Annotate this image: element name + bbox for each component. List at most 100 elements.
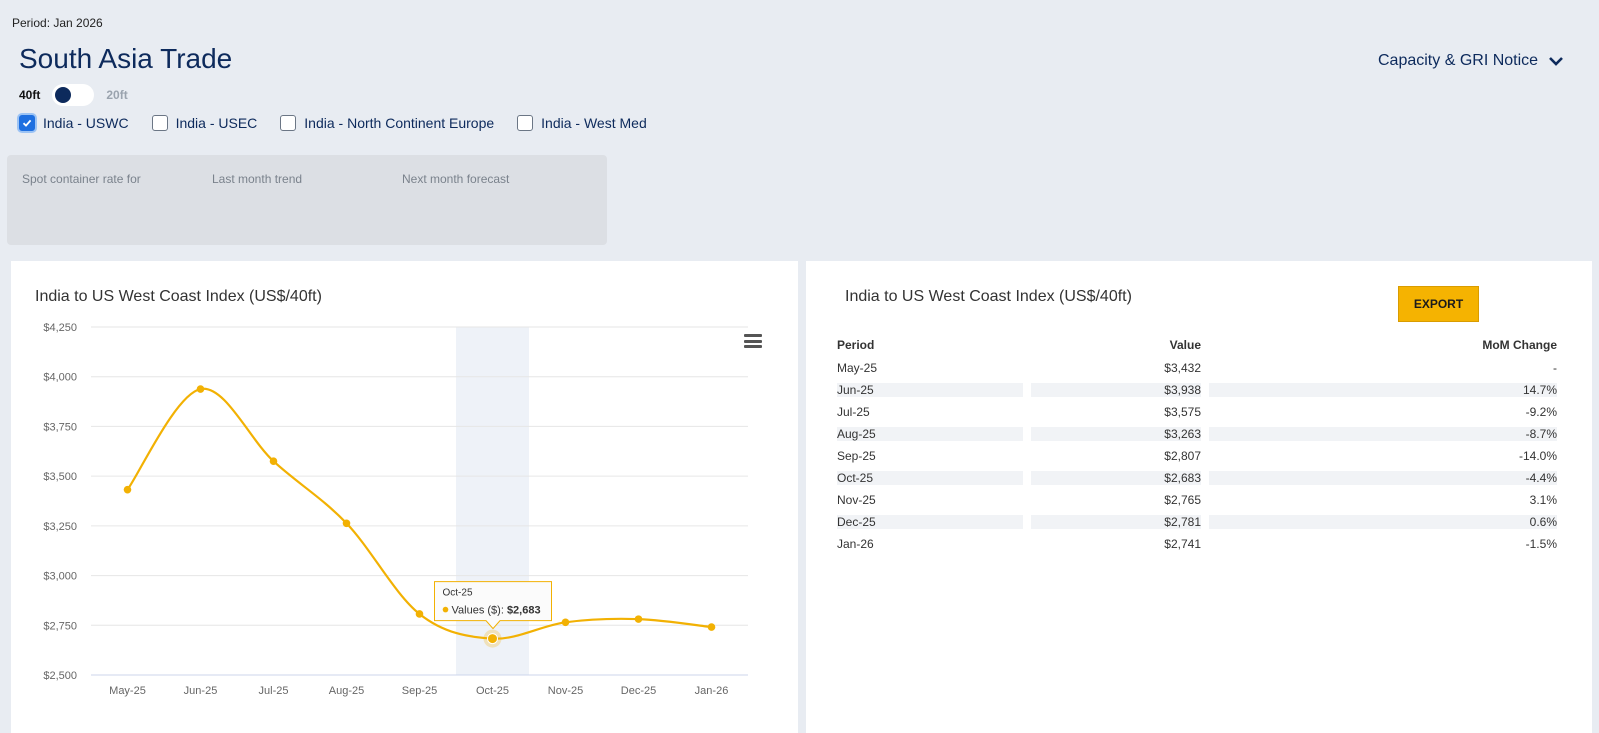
tooltip-text: Values ($): $2,683	[452, 605, 541, 617]
table-row: Jul-25 $3,575 -9.2%	[837, 401, 1557, 423]
cell-value: $2,781	[1031, 511, 1201, 533]
data-point	[269, 457, 278, 466]
cell-period: Sep-25	[837, 445, 1023, 467]
page-title: South Asia Trade	[19, 43, 233, 74]
route-option-india-west-med[interactable]: India - West Med	[517, 115, 647, 131]
table-row: Dec-25 $2,781 0.6%	[837, 511, 1557, 533]
cell-period: Dec-25	[837, 511, 1023, 533]
table-row: Sep-25 $2,807 -14.0%	[837, 445, 1557, 467]
x-tick-label: Nov-25	[548, 685, 583, 697]
route-label: India - USEC	[175, 115, 258, 131]
cell-value: $2,807	[1031, 445, 1201, 467]
x-tick-label: Jan-26	[695, 685, 729, 697]
cell-period: Jul-25	[837, 401, 1023, 423]
route-checkbox-india-nce[interactable]	[280, 115, 297, 131]
cell-mom-change: -4.4%	[1209, 467, 1557, 489]
tooltip-marker	[442, 606, 449, 613]
cell-value: $3,263	[1031, 423, 1201, 445]
route-label: India - North Continent Europe	[304, 115, 495, 131]
route-filter: India - USWC India - USEC India - North …	[19, 115, 670, 131]
cell-value: $2,683	[1031, 467, 1201, 489]
table-row: May-25 $3,432-	[837, 357, 1557, 379]
cell-mom-change: -9.2%	[1209, 401, 1557, 423]
spot-rate-label: Spot container rate for	[22, 172, 141, 186]
y-tick-label: $3,000	[43, 571, 77, 583]
data-point	[196, 385, 205, 393]
cell-mom-change: 14.7%	[1209, 379, 1557, 401]
x-tick-label: Jun-25	[184, 685, 218, 697]
data-point	[707, 623, 716, 631]
cell-mom-change: -8.7%	[1209, 423, 1557, 445]
data-point	[123, 485, 132, 494]
export-button[interactable]: EXPORT	[1398, 286, 1479, 322]
route-option-india-north-continent-europe[interactable]: India - North Continent Europe	[280, 115, 494, 131]
table-title: India to US West Coast Index (US$/40ft)	[845, 288, 1132, 305]
cell-mom-change: 0.6%	[1209, 511, 1557, 533]
size-20ft-label[interactable]: 20ft	[106, 88, 127, 102]
route-checkbox-india-uswc[interactable]	[19, 115, 35, 131]
route-option-india-usec[interactable]: India - USEC	[151, 115, 258, 131]
tooltip-category: Oct-25	[443, 588, 473, 599]
y-tick-label: $3,500	[43, 471, 77, 483]
cell-value: $2,741	[1031, 533, 1201, 555]
y-tick-label: $4,000	[43, 372, 77, 384]
cell-period: Nov-25	[837, 489, 1023, 511]
index-table: Period Value MoM Change May-25 $3,432- Ju…	[829, 333, 1565, 555]
rate-summary-panel: Spot container rate for Last month trend…	[7, 155, 607, 245]
capacity-gri-notice-label: Capacity & GRI Notice	[1378, 52, 1539, 69]
cell-mom-change: 3.1%	[1209, 489, 1557, 511]
x-tick-label: Oct-25	[476, 685, 509, 697]
cell-value: $3,938	[1031, 379, 1201, 401]
table-row: Nov-25 $2,765 3.1%	[837, 489, 1557, 511]
cell-period: May-25	[837, 357, 1023, 379]
column-header-period: Period	[837, 338, 875, 352]
table-card: India to US West Coast Index (US$/40ft) …	[806, 261, 1592, 733]
check-icon	[22, 119, 32, 127]
size-switch-knob	[55, 87, 72, 103]
cell-value: $2,765	[1031, 489, 1201, 511]
data-point	[415, 610, 424, 618]
x-tick-label: Sep-25	[402, 685, 437, 697]
period-label: Period: Jan 2026	[12, 16, 103, 30]
capacity-gri-notice-dropdown[interactable]: Capacity & GRI Notice	[1378, 52, 1564, 70]
route-label: India - West Med	[541, 115, 647, 131]
cell-value: $3,575	[1031, 401, 1201, 423]
data-point	[561, 618, 570, 627]
next-month-forecast-label: Next month forecast	[402, 172, 510, 186]
y-tick-label: $2,750	[43, 620, 77, 632]
chevron-down-icon	[1549, 57, 1563, 66]
x-tick-label: Aug-25	[329, 685, 364, 697]
last-month-trend-label: Last month trend	[212, 172, 303, 186]
data-point	[487, 633, 498, 645]
x-tick-label: Jul-25	[259, 685, 289, 697]
cell-value: $3,432	[1031, 357, 1201, 379]
container-size-toggle: 40ft 20ft	[19, 84, 128, 106]
y-tick-label: $3,250	[43, 521, 77, 533]
table-header-row: Period Value MoM Change	[837, 333, 1557, 357]
cell-mom-change: -	[1209, 357, 1557, 379]
cell-mom-change: -14.0%	[1209, 445, 1557, 467]
size-switch[interactable]	[52, 84, 95, 106]
data-point	[634, 615, 643, 623]
line-chart: $2,500 $2,750 $3,000 $3,250 $3,500 $3,750 $4,0…	[43, 322, 748, 697]
route-option-india-uswc[interactable]: India - USWC	[19, 115, 129, 131]
cell-period: Jun-25	[837, 379, 1023, 401]
data-point	[342, 519, 351, 528]
y-tick-label: $3,750	[43, 421, 77, 433]
route-checkbox-india-usec[interactable]	[151, 115, 168, 131]
cell-period: Oct-25	[837, 467, 1023, 489]
x-tick-label: May-25	[109, 685, 146, 697]
size-40ft-label[interactable]: 40ft	[19, 88, 40, 102]
route-checkbox-india-west-med[interactable]	[517, 115, 534, 131]
route-label: India - USWC	[43, 115, 129, 131]
table-row: Oct-25 $2,683 -4.4%	[837, 467, 1557, 489]
x-tick-label: Dec-25	[621, 685, 656, 697]
cell-mom-change: -1.5%	[1209, 533, 1557, 555]
cell-period: Aug-25	[837, 423, 1023, 445]
cell-period: Jan-26	[837, 533, 1023, 555]
chart-menu-icon[interactable]	[744, 334, 762, 348]
y-tick-label: $4,250	[43, 322, 77, 334]
y-tick-label: $2,500	[43, 670, 77, 682]
table-row: Jan-26 $2,741 -1.5%	[837, 533, 1557, 555]
column-header-mom-change: MoM Change	[1482, 338, 1557, 352]
